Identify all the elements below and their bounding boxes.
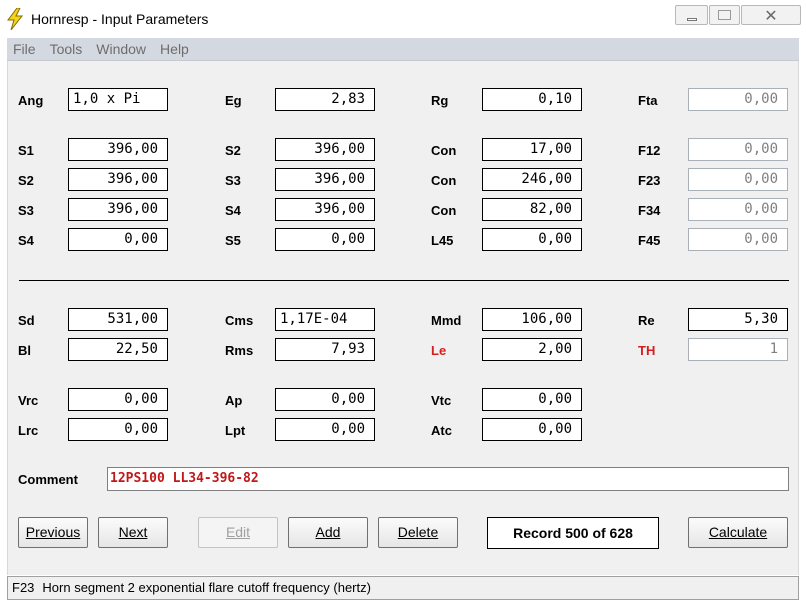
- label-ang: Ang: [18, 93, 44, 108]
- field-s2[interactable]: 396,00: [275, 138, 375, 161]
- field-s4-b[interactable]: 0,00: [68, 228, 168, 251]
- field-s4[interactable]: 396,00: [275, 198, 375, 221]
- label-s4: S4: [225, 203, 241, 218]
- title-bar: Hornresp - Input Parameters ✕: [0, 0, 806, 38]
- field-s5[interactable]: 0,00: [275, 228, 375, 251]
- label-s3: S3: [225, 173, 241, 188]
- label-lpt: Lpt: [225, 423, 246, 438]
- menu-tools[interactable]: Tools: [50, 41, 83, 57]
- menu-bar: File Tools Window Help: [7, 38, 799, 61]
- input-parameters-panel: Ang 1,0 x Pi Eg 2,83 Rg 0,10 Fta 0,00 S1…: [7, 61, 799, 575]
- field-f34: 0,00: [688, 198, 788, 221]
- maximize-button[interactable]: [709, 5, 740, 25]
- label-s1: S1: [18, 143, 34, 158]
- label-s4-b: S4: [18, 233, 34, 248]
- label-comment: Comment: [18, 472, 78, 487]
- record-counter: Record 500 of 628: [487, 517, 659, 549]
- field-rms[interactable]: 7,93: [275, 338, 375, 361]
- field-re[interactable]: 5,30: [688, 308, 788, 331]
- field-l45[interactable]: 0,00: [482, 228, 582, 251]
- delete-button[interactable]: Delete: [378, 517, 458, 548]
- label-bl: Bl: [18, 343, 31, 358]
- field-bl[interactable]: 22,50: [68, 338, 168, 361]
- field-lrc[interactable]: 0,00: [68, 418, 168, 441]
- menu-window[interactable]: Window: [96, 41, 146, 57]
- status-bar: F23 Horn segment 2 exponential flare cuto…: [7, 576, 799, 600]
- label-mmd: Mmd: [431, 313, 462, 328]
- field-sd[interactable]: 531,00: [68, 308, 168, 331]
- label-lrc: Lrc: [18, 423, 39, 438]
- field-le[interactable]: 2,00: [482, 338, 582, 361]
- label-cms: Cms: [225, 313, 254, 328]
- status-code: F23: [12, 580, 35, 595]
- label-f23: F23: [638, 173, 661, 188]
- label-s2-b: S2: [18, 173, 34, 188]
- label-l45: L45: [431, 233, 454, 248]
- label-vrc: Vrc: [18, 393, 39, 408]
- label-fta: Fta: [638, 93, 658, 108]
- label-sd: Sd: [18, 313, 35, 328]
- label-le: Le: [431, 343, 447, 358]
- field-th: 1: [688, 338, 788, 361]
- field-rg[interactable]: 0,10: [482, 88, 582, 111]
- label-atc: Atc: [431, 423, 452, 438]
- field-f45: 0,00: [688, 228, 788, 251]
- label-con-23: Con: [431, 173, 457, 188]
- close-button[interactable]: ✕: [741, 5, 801, 25]
- label-ap: Ap: [225, 393, 243, 408]
- field-mmd[interactable]: 106,00: [482, 308, 582, 331]
- window-title: Hornresp - Input Parameters: [31, 11, 209, 27]
- edit-button[interactable]: Edit: [198, 517, 278, 548]
- field-con-12[interactable]: 17,00: [482, 138, 582, 161]
- field-lpt[interactable]: 0,00: [275, 418, 375, 441]
- label-s2: S2: [225, 143, 241, 158]
- menu-file[interactable]: File: [13, 41, 36, 57]
- minimize-icon: [686, 17, 697, 21]
- label-eg: Eg: [225, 93, 242, 108]
- field-s3[interactable]: 396,00: [275, 168, 375, 191]
- field-f12: 0,00: [688, 138, 788, 161]
- field-cms[interactable]: 1,17E-04: [275, 308, 375, 331]
- field-ang[interactable]: 1,0 x Pi: [68, 88, 168, 111]
- previous-button[interactable]: Previous: [18, 517, 88, 548]
- minimize-button[interactable]: [675, 5, 708, 25]
- next-button[interactable]: Next: [98, 517, 168, 548]
- field-ap[interactable]: 0,00: [275, 388, 375, 411]
- field-atc[interactable]: 0,00: [482, 418, 582, 441]
- status-description: Horn segment 2 exponential flare cutoff …: [42, 580, 371, 595]
- menu-help[interactable]: Help: [160, 41, 189, 57]
- calculate-button[interactable]: Calculate: [688, 517, 788, 548]
- comment-field[interactable]: 12PS100 LL34-396-82: [107, 467, 789, 491]
- field-con-23[interactable]: 246,00: [482, 168, 582, 191]
- label-con-34: Con: [431, 203, 457, 218]
- maximize-icon: [718, 10, 731, 20]
- field-s2-b[interactable]: 396,00: [68, 168, 168, 191]
- section-divider: [19, 280, 789, 281]
- label-rms: Rms: [225, 343, 254, 358]
- field-f23: 0,00: [688, 168, 788, 191]
- label-vtc: Vtc: [431, 393, 452, 408]
- lightning-bolt-icon: [7, 8, 24, 30]
- window-bottom-edge: [0, 602, 806, 610]
- field-s3-b[interactable]: 396,00: [68, 198, 168, 221]
- label-con-12: Con: [431, 143, 457, 158]
- field-con-34[interactable]: 82,00: [482, 198, 582, 221]
- field-vrc[interactable]: 0,00: [68, 388, 168, 411]
- label-f45: F45: [638, 233, 661, 248]
- label-s5: S5: [225, 233, 241, 248]
- add-button[interactable]: Add: [288, 517, 368, 548]
- field-eg[interactable]: 2,83: [275, 88, 375, 111]
- label-rg: Rg: [431, 93, 449, 108]
- field-s1[interactable]: 396,00: [68, 138, 168, 161]
- label-f12: F12: [638, 143, 661, 158]
- close-icon: ✕: [764, 5, 778, 25]
- label-th: TH: [638, 343, 656, 358]
- label-s3-b: S3: [18, 203, 34, 218]
- field-fta: 0,00: [688, 88, 788, 111]
- label-re: Re: [638, 313, 655, 328]
- label-f34: F34: [638, 203, 661, 218]
- field-vtc[interactable]: 0,00: [482, 388, 582, 411]
